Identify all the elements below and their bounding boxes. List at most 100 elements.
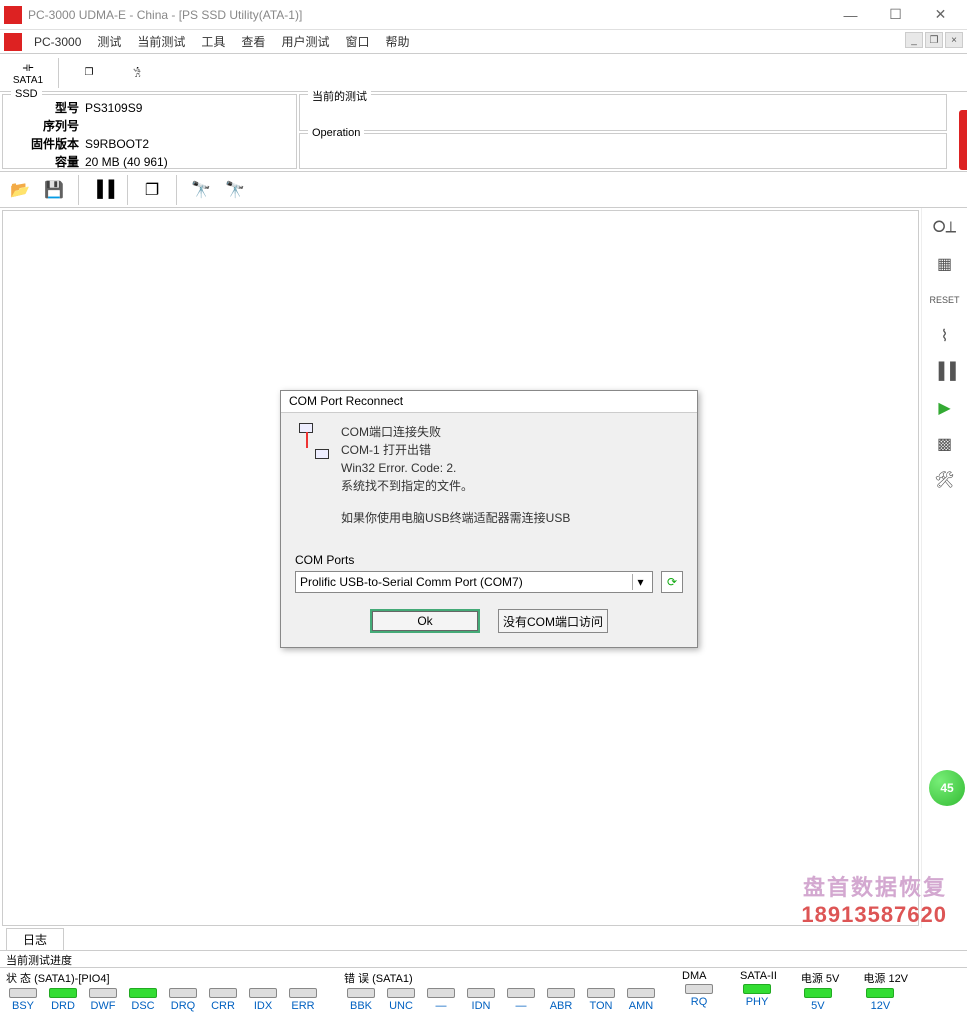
refresh-ports-button[interactable]: ⟳: [661, 571, 683, 593]
copy2-button[interactable]: ❐: [138, 176, 166, 204]
binoculars-next-icon: 🔭: [225, 180, 245, 200]
pause2-button[interactable]: ▐▐: [930, 360, 960, 384]
ssd-panel: SSD 型号PS3109S9 序列号 固件版本S9RBOOT2 容量20 MB …: [2, 94, 297, 169]
exit-icon: 𓀟: [133, 65, 141, 81]
side-red-handle[interactable]: [959, 110, 967, 170]
dialog-messages: COM端口连接失败 COM-1 打开出错 Win32 Error. Code: …: [341, 423, 570, 527]
menu-user-test[interactable]: 用户测试: [273, 31, 337, 52]
no-com-access-button[interactable]: 没有COM端口访问: [498, 609, 608, 633]
settings-button[interactable]: 🛠: [930, 468, 960, 492]
ok-button[interactable]: Ok: [370, 609, 480, 633]
chevron-down-icon: ▾: [632, 574, 648, 590]
exit-button[interactable]: 𓀟: [115, 56, 159, 90]
copy-button[interactable]: ❐: [67, 56, 111, 90]
led-indicator: [587, 988, 615, 998]
refresh-icon: ⟳: [667, 575, 677, 589]
model-label: 型号: [11, 99, 85, 117]
menubar: PC-3000 测试 当前测试 工具 查看 用户测试 窗口 帮助 _ ❐ ×: [0, 30, 967, 54]
menu-app-icon: [4, 33, 22, 51]
com-port-select[interactable]: Prolific USB-to-Serial Comm Port (COM7) …: [295, 571, 653, 593]
pause-button[interactable]: ▐▐: [89, 176, 117, 204]
led-indicator: [289, 988, 317, 998]
power-icon: ⭘⟂: [933, 219, 956, 237]
reset-button[interactable]: RESET: [930, 288, 960, 312]
menu-window[interactable]: 窗口: [337, 31, 377, 52]
mdi-minimize[interactable]: _: [905, 32, 923, 48]
save-icon: 💾: [44, 180, 64, 200]
led-rq: RQ: [682, 984, 716, 1008]
sata-icon: ⟛: [23, 60, 34, 75]
led-label: TON: [589, 1000, 612, 1012]
power-button[interactable]: ⭘⟂: [930, 216, 960, 240]
led-indicator: [743, 984, 771, 994]
mdi-close[interactable]: ×: [945, 32, 963, 48]
app-icon: [4, 6, 22, 24]
menu-help[interactable]: 帮助: [377, 31, 417, 52]
led-crr: CRR: [206, 988, 240, 1012]
led-indicator: [209, 988, 237, 998]
save-button[interactable]: 💾: [40, 176, 68, 204]
play-button[interactable]: ▶: [930, 396, 960, 420]
led-label: DRD: [51, 1000, 75, 1012]
led-indicator: [169, 988, 197, 998]
com-ports-label: COM Ports: [295, 553, 683, 567]
led-label: IDX: [254, 1000, 272, 1012]
maximize-button[interactable]: ☐: [873, 1, 918, 29]
led-label: —: [516, 1000, 527, 1012]
chip2-button[interactable]: ▩: [930, 432, 960, 456]
status-row: 状 态 (SATA1)-[PIO4] BSYDRDDWFDSCDRQCRRIDX…: [0, 968, 967, 1014]
menu-test[interactable]: 测试: [89, 31, 129, 52]
play-icon: ▶: [938, 398, 950, 418]
tab-log[interactable]: 日志: [6, 928, 64, 950]
menu-view[interactable]: 查看: [233, 31, 273, 52]
chip-button[interactable]: ▦: [930, 252, 960, 276]
green-badge[interactable]: 45: [929, 770, 965, 806]
tab-strip: 日志: [0, 928, 967, 950]
led-label: ERR: [291, 1000, 314, 1012]
pause2-icon: ▐▐: [933, 363, 956, 381]
status-head-5: 电源 5V: [801, 970, 840, 988]
open-button[interactable]: 📂: [6, 176, 34, 204]
current-test-label: 当前的测试: [308, 88, 371, 104]
minimize-button[interactable]: —: [828, 1, 873, 29]
led-indicator: [627, 988, 655, 998]
status-head-2: 错 误 (SATA1): [344, 970, 658, 988]
led-label: UNC: [389, 1000, 413, 1012]
chip2-icon: ▩: [937, 434, 952, 454]
mdi-restore[interactable]: ❐: [925, 32, 943, 48]
close-button[interactable]: ✕: [918, 1, 963, 29]
led-indicator: [685, 984, 713, 994]
status-head-3: DMA: [682, 970, 716, 984]
info-row: SSD 型号PS3109S9 序列号 固件版本S9RBOOT2 容量20 MB …: [0, 92, 967, 172]
window-title: PC-3000 UDMA-E - China - [PS SSD Utility…: [28, 8, 828, 22]
dialog-line1: COM端口连接失败: [341, 423, 570, 441]
watermark: 盘首数据恢复 18913587620: [801, 870, 947, 928]
led-idx: IDX: [246, 988, 280, 1012]
led-label: 5V: [811, 1000, 824, 1012]
menu-current-test[interactable]: 当前测试: [129, 31, 193, 52]
status-group-12v: 电源 12V 12V: [863, 970, 908, 1012]
cap-label: 容量: [11, 153, 85, 171]
side-toolbar: ⭘⟂ ▦ RESET ⌇ ▐▐ ▶ ▩ 🛠: [921, 208, 967, 928]
sata1-button[interactable]: ⟛ SATA1: [6, 56, 50, 90]
dialog-line3: Win32 Error. Code: 2.: [341, 459, 570, 477]
led-abr: ABR: [544, 988, 578, 1012]
led-indicator: [347, 988, 375, 998]
menu-tools[interactable]: 工具: [193, 31, 233, 52]
led-—: —: [424, 988, 458, 1012]
status-group-5v: 电源 5V 5V: [801, 970, 840, 1012]
menu-app[interactable]: PC-3000: [26, 33, 89, 51]
model-value: PS3109S9: [85, 99, 142, 117]
operation-panel: Operation: [299, 133, 947, 170]
sep4: [176, 175, 177, 205]
led-indicator: [89, 988, 117, 998]
led-label: CRR: [211, 1000, 235, 1012]
status-group-sata1: 状 态 (SATA1)-[PIO4] BSYDRDDWFDSCDRQCRRIDX…: [6, 970, 320, 1012]
network-error-icon: [295, 423, 331, 459]
find-button[interactable]: 🔭: [187, 176, 215, 204]
led-indicator: [804, 988, 832, 998]
led-unc: UNC: [384, 988, 418, 1012]
resistor-button[interactable]: ⌇: [930, 324, 960, 348]
find-next-button[interactable]: 🔭: [221, 176, 249, 204]
copy-icon: ❐: [85, 67, 94, 78]
